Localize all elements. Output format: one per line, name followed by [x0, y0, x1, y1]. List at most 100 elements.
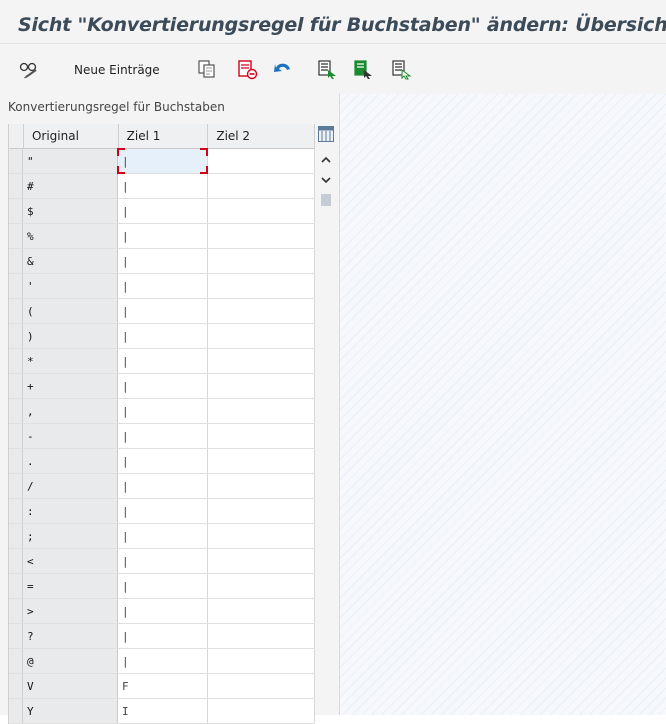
table-row: ? | [9, 624, 315, 649]
table-row: > | [9, 599, 315, 624]
cell-ziel1-input[interactable]: | [118, 249, 208, 273]
scrollbar-thumb[interactable] [321, 194, 331, 206]
cell-ziel2-input[interactable] [208, 649, 315, 673]
cell-original: + [23, 374, 118, 398]
cell-ziel2-input[interactable] [208, 149, 315, 173]
cell-ziel2-input[interactable] [208, 299, 315, 323]
cell-ziel2-input[interactable] [208, 574, 315, 598]
row-selector[interactable] [9, 474, 23, 498]
cell-ziel1-input[interactable]: | [118, 349, 208, 373]
cell-original: < [23, 549, 118, 573]
cell-ziel1-input[interactable]: F [118, 674, 208, 698]
table-row: YI [9, 699, 315, 724]
cell-ziel1-input[interactable]: | [118, 174, 208, 198]
cell-ziel1-input[interactable]: | [118, 449, 208, 473]
row-selector[interactable] [9, 499, 23, 523]
cell-ziel2-input[interactable] [208, 699, 315, 723]
scroll-down-icon[interactable] [318, 172, 334, 186]
cell-original: ( [23, 299, 118, 323]
row-selector[interactable] [9, 699, 23, 723]
cell-ziel2-input[interactable] [208, 499, 315, 523]
cell-ziel2-input[interactable] [208, 349, 315, 373]
cell-ziel1-input[interactable]: | [117, 148, 208, 174]
row-selector[interactable] [9, 224, 23, 248]
cell-ziel1-input[interactable]: | [118, 549, 208, 573]
cell-ziel1-input[interactable]: | [118, 474, 208, 498]
row-selector[interactable] [9, 349, 23, 373]
new-entries-button[interactable]: Neue Einträge [74, 63, 160, 77]
glasses-pen-icon[interactable] [18, 58, 40, 80]
row-selector[interactable] [9, 624, 23, 648]
row-selector[interactable] [9, 424, 23, 448]
cell-ziel1-input[interactable]: | [118, 324, 208, 348]
table-row: ; | [9, 524, 315, 549]
row-selector[interactable] [9, 649, 23, 673]
column-header-ziel1[interactable]: Ziel 1 [119, 124, 209, 148]
column-header-ziel2[interactable]: Ziel 2 [208, 124, 315, 148]
row-selector[interactable] [9, 574, 23, 598]
table-row: * | [9, 349, 315, 374]
scroll-up-icon[interactable] [318, 152, 334, 166]
copy-icon[interactable] [196, 58, 218, 80]
deselect-all-icon[interactable] [390, 58, 412, 80]
cell-ziel2-input[interactable] [208, 174, 315, 198]
cell-ziel2-input[interactable] [208, 399, 315, 423]
row-selector[interactable] [9, 674, 23, 698]
cell-ziel2-input[interactable] [208, 624, 315, 648]
row-selector[interactable] [9, 599, 23, 623]
table-row: @ | [9, 649, 315, 674]
row-selector[interactable] [9, 199, 23, 223]
cell-ziel1-input[interactable]: | [118, 574, 208, 598]
row-selector[interactable] [9, 149, 23, 173]
cell-original: " [23, 149, 118, 173]
row-selector[interactable] [9, 399, 23, 423]
cell-ziel1-input[interactable]: | [118, 524, 208, 548]
row-selector[interactable] [9, 274, 23, 298]
cell-ziel1-input[interactable]: I [118, 699, 208, 723]
cell-ziel1-input[interactable]: | [118, 424, 208, 448]
cell-ziel1-input[interactable]: | [118, 649, 208, 673]
cell-ziel2-input[interactable] [208, 374, 315, 398]
cell-ziel2-input[interactable] [208, 324, 315, 348]
cell-ziel1-input[interactable]: | [118, 599, 208, 623]
cell-ziel2-input[interactable] [208, 474, 315, 498]
select-all-icon[interactable] [316, 58, 338, 80]
table-row: - | [9, 424, 315, 449]
row-selector[interactable] [9, 299, 23, 323]
cell-ziel2-input[interactable] [208, 449, 315, 473]
cell-ziel2-input[interactable] [208, 424, 315, 448]
select-block-icon[interactable] [352, 58, 374, 80]
cell-ziel2-input[interactable] [208, 599, 315, 623]
row-selector[interactable] [9, 374, 23, 398]
cell-ziel1-input[interactable]: | [118, 224, 208, 248]
undo-icon[interactable] [272, 58, 294, 80]
cell-ziel1-input[interactable]: | [118, 274, 208, 298]
row-selector[interactable] [9, 524, 23, 548]
cell-ziel2-input[interactable] [208, 549, 315, 573]
cell-ziel2-input[interactable] [208, 524, 315, 548]
cell-ziel1-input[interactable]: | [118, 374, 208, 398]
cell-ziel2-input[interactable] [208, 249, 315, 273]
cell-ziel2-input[interactable] [208, 674, 315, 698]
table-row: , | [9, 399, 315, 424]
row-selector[interactable] [9, 549, 23, 573]
cell-original: , [23, 399, 118, 423]
delete-icon[interactable] [236, 58, 258, 80]
row-selector[interactable] [9, 249, 23, 273]
cell-ziel1-input[interactable]: | [118, 624, 208, 648]
row-selector[interactable] [9, 174, 23, 198]
row-selector[interactable] [9, 324, 23, 348]
cell-ziel2-input[interactable] [208, 199, 315, 223]
cell-ziel2-input[interactable] [208, 274, 315, 298]
cell-ziel1-input[interactable]: | [118, 299, 208, 323]
header-select-all[interactable] [9, 124, 24, 148]
cell-ziel1-input[interactable]: | [118, 199, 208, 223]
cell-ziel2-input[interactable] [208, 224, 315, 248]
row-selector[interactable] [9, 449, 23, 473]
cell-ziel1-input[interactable]: | [118, 399, 208, 423]
cell-ziel1-input[interactable]: | [118, 499, 208, 523]
table-header: Original Ziel 1 Ziel 2 [9, 124, 315, 149]
cell-original: Y [23, 699, 118, 723]
column-header-original[interactable]: Original [24, 124, 119, 148]
column-settings-icon[interactable] [318, 126, 334, 142]
